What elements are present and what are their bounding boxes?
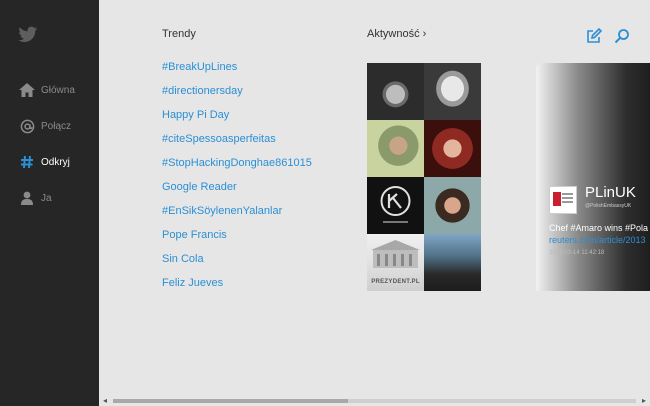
top-actions [586,28,630,44]
home-icon [19,82,35,98]
nav-label: Ja [41,192,52,204]
tweet-author-handle: @PolishEmbassyUK [585,203,632,209]
compose-icon[interactable] [586,28,602,44]
activity-tile-4[interactable] [424,120,481,177]
trend-item[interactable]: Google Reader [162,180,312,204]
activity-tile-5[interactable] [367,177,424,234]
sidebar: Główna Połącz Odkryj Ja [0,0,99,406]
plinuk-avatar [549,186,577,214]
activity-tile-2[interactable] [424,63,481,120]
activity-tile-7[interactable]: PREZYDENT.PL [367,234,424,291]
tile-caption: PREZYDENT.PL [371,279,420,285]
horizontal-scrollbar[interactable]: ◂ ▸ [99,396,650,406]
twitter-bird-icon [18,26,38,44]
nav-item-me[interactable]: Ja [19,188,52,208]
trend-item[interactable]: #StopHackingDonghae861015 [162,156,312,180]
nav-label: Główna [41,84,75,96]
chevron-right-icon: › [422,28,427,40]
scroll-right-icon[interactable]: ▸ [642,396,646,406]
activity-title: Aktywność [367,28,420,40]
discover-panel: Trendy #BreakUpLines #directionersday Ha… [99,0,650,396]
nav-item-connect[interactable]: Połącz [19,116,71,136]
tweet-link[interactable]: reuters.com/article/2013 [549,235,646,245]
trend-item[interactable]: Sin Cola [162,252,312,276]
trends-list: #BreakUpLines #directionersday Happy Pi … [162,60,312,300]
hashtag-icon [19,154,35,170]
scroll-left-icon[interactable]: ◂ [103,396,107,406]
search-icon[interactable] [614,28,630,44]
trend-item[interactable]: #directionersday [162,84,312,108]
activity-tile-6[interactable] [424,177,481,234]
nav-label: Połącz [41,120,72,132]
activity-header[interactable]: Aktywność › [367,28,426,40]
nav-label: Odkryj [41,156,70,168]
nav-item-discover[interactable]: Odkryj [19,152,70,172]
trends-title: Trendy [162,28,196,40]
circle-logo-icon [380,186,411,223]
person-icon [19,190,35,206]
tweet-text: Chef #Amaro wins #Pola [549,223,649,233]
at-icon [19,118,35,134]
building-icon [371,240,420,268]
nav-item-home[interactable]: Główna [19,80,75,100]
scroll-thumb[interactable] [113,399,349,403]
trend-item[interactable]: Pope Francis [162,228,312,252]
activity-tile-3[interactable] [367,120,424,177]
trend-item[interactable]: Feliz Jueves [162,276,312,300]
trend-item[interactable]: #citeSpessoasperfeitas [162,132,312,156]
tweet-timestamp: 2013-03-14 11:42:18 [549,250,605,256]
scroll-track[interactable] [113,399,636,403]
featured-tweet-card[interactable]: PLinUK @PolishEmbassyUK Chef #Amaro wins… [536,63,650,291]
trend-item[interactable]: #EnSikSöylenenYalanlar [162,204,312,228]
activity-grid: PREZYDENT.PL [367,63,481,291]
tweet-author-name: PLinUK [585,184,636,201]
activity-tile-8[interactable] [424,234,481,291]
trend-item[interactable]: Happy Pi Day [162,108,312,132]
trend-item[interactable]: #BreakUpLines [162,60,312,84]
activity-tile-1[interactable] [367,63,424,120]
